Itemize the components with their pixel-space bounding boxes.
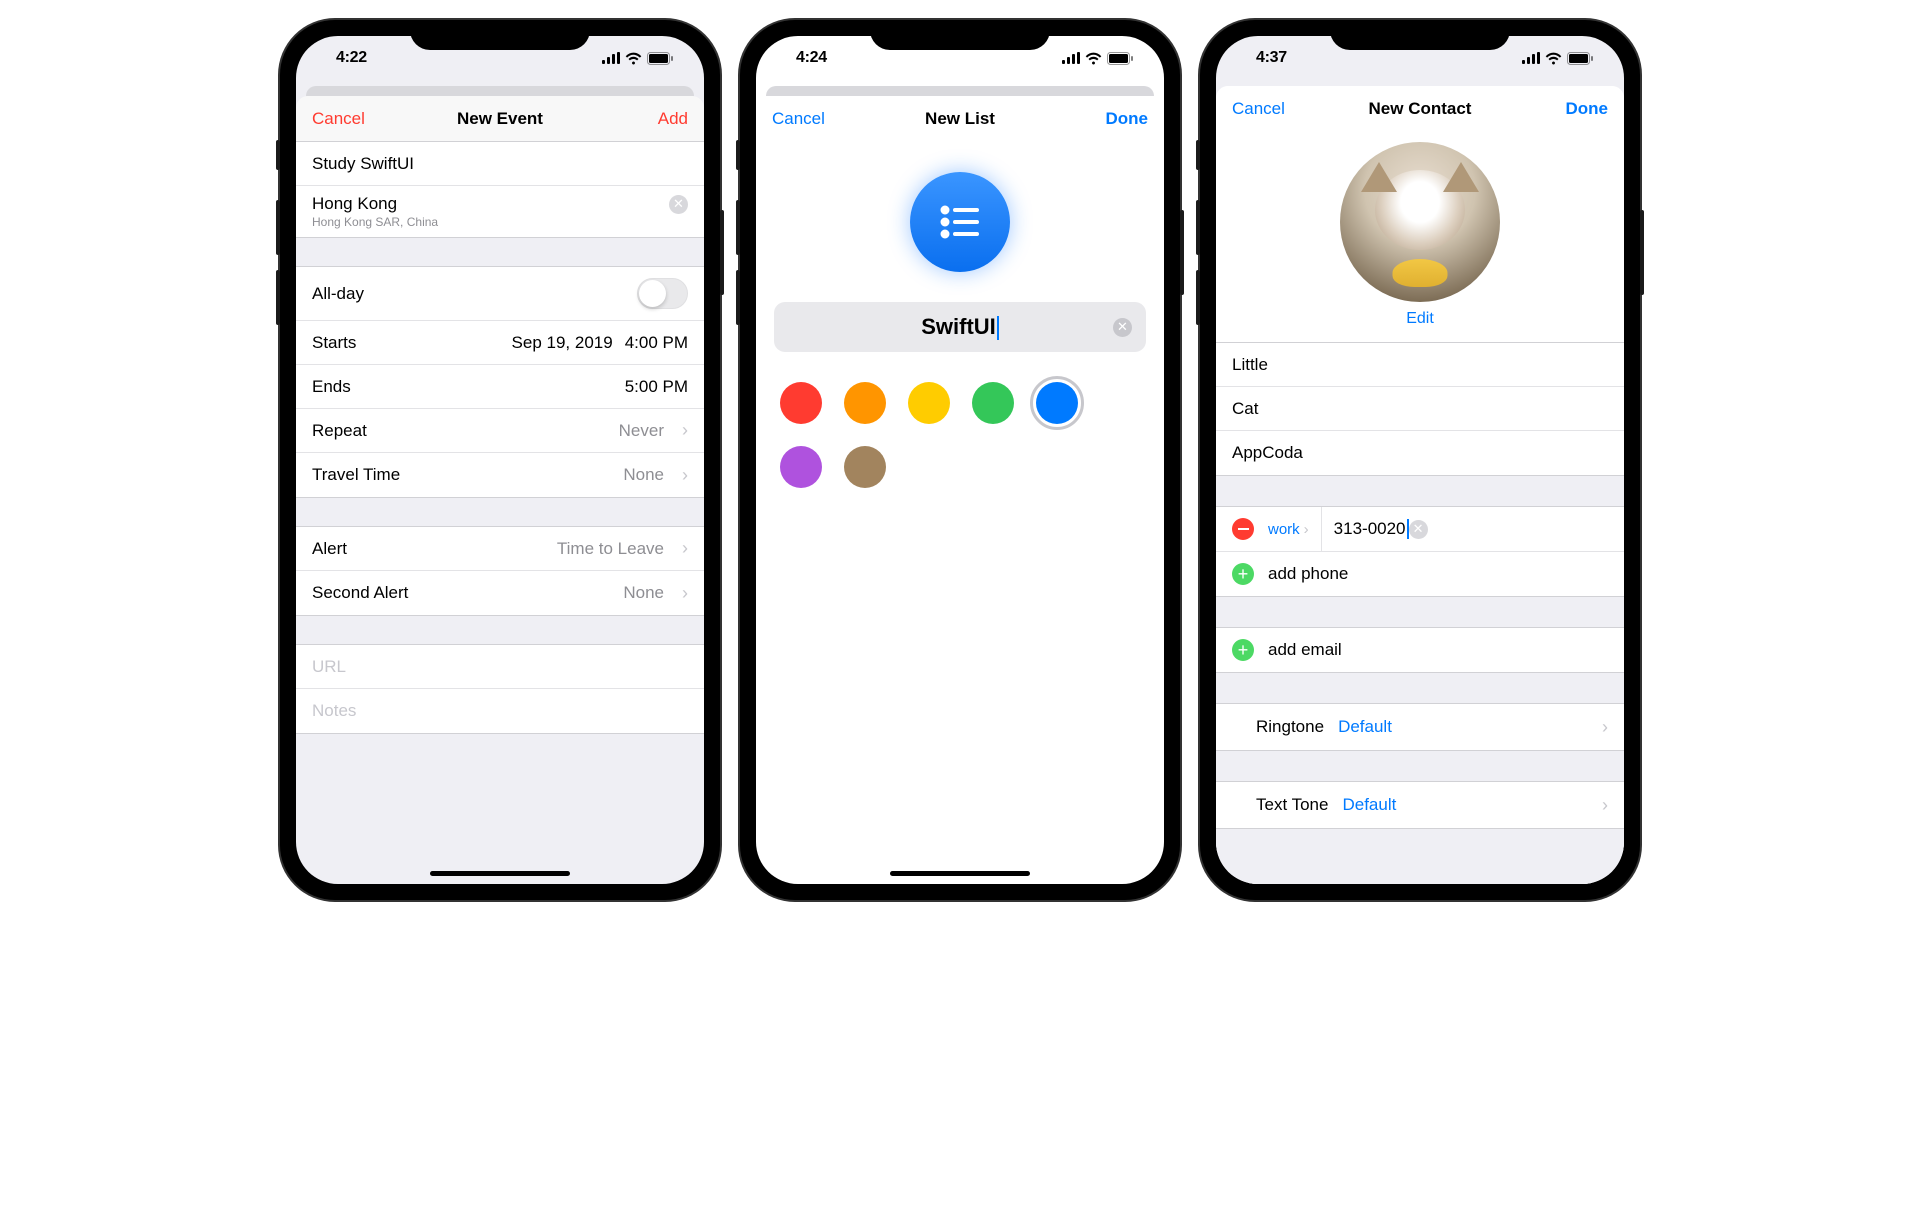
- status-icons: [1062, 52, 1134, 65]
- list-icon[interactable]: [910, 172, 1010, 272]
- chevron-icon: ›: [1602, 717, 1608, 738]
- cellular-icon: [1062, 52, 1080, 64]
- cellular-icon: [1522, 52, 1540, 64]
- chevron-icon: ›: [1304, 521, 1309, 538]
- repeat-row[interactable]: Repeat Never›: [296, 409, 704, 453]
- status-bar: 4:37: [1216, 36, 1624, 80]
- battery-icon: [1107, 52, 1134, 65]
- add-button[interactable]: Add: [628, 109, 688, 129]
- phone-number-field[interactable]: 313-0020: [1334, 519, 1409, 539]
- color-swatch-red[interactable]: [780, 382, 822, 424]
- chevron-icon: ›: [682, 465, 688, 486]
- edit-photo-button[interactable]: Edit: [1406, 310, 1434, 328]
- cancel-button[interactable]: Cancel: [312, 109, 372, 129]
- ends-time: 5:00 PM: [625, 377, 688, 397]
- status-bar: 4:22: [296, 36, 704, 80]
- second-alert-row[interactable]: Second Alert None›: [296, 571, 704, 615]
- color-picker: [756, 382, 1164, 488]
- wifi-icon: [1085, 52, 1102, 65]
- starts-date: Sep 19, 2019: [512, 333, 613, 353]
- add-icon: [1232, 639, 1254, 661]
- status-time: 4:37: [1256, 49, 1287, 67]
- event-title-field[interactable]: Study SwiftUI: [296, 142, 704, 186]
- status-time: 4:24: [796, 49, 827, 67]
- allday-toggle[interactable]: [637, 278, 688, 309]
- location-name: Hong Kong: [312, 194, 397, 214]
- status-bar: 4:24: [756, 36, 1164, 80]
- battery-icon: [1567, 52, 1594, 65]
- color-swatch-green[interactable]: [972, 382, 1014, 424]
- first-name-field[interactable]: Little: [1216, 343, 1624, 387]
- phone-type-label[interactable]: work: [1268, 521, 1300, 538]
- text-cursor: [1407, 519, 1409, 539]
- contact-avatar[interactable]: [1340, 142, 1500, 302]
- add-phone-row[interactable]: add phone: [1216, 552, 1624, 596]
- list-name-input[interactable]: SwiftUI ✕: [774, 302, 1146, 352]
- url-field[interactable]: URL: [296, 645, 704, 689]
- done-button[interactable]: Done: [1088, 109, 1148, 129]
- status-time: 4:22: [336, 49, 367, 67]
- color-swatch-purple[interactable]: [780, 446, 822, 488]
- color-swatch-brown[interactable]: [844, 446, 886, 488]
- add-icon: [1232, 563, 1254, 585]
- add-email-row[interactable]: add email: [1216, 628, 1624, 672]
- color-swatch-orange[interactable]: [844, 382, 886, 424]
- chevron-icon: ›: [682, 538, 688, 559]
- phone-reminders: 4:24 Cancel New List Done SwiftUI ✕: [740, 20, 1180, 900]
- chevron-icon: ›: [682, 420, 688, 441]
- phone-calendar: 4:22 Cancel New Event Add Study SwiftUI …: [280, 20, 720, 900]
- color-swatch-blue[interactable]: [1036, 382, 1078, 424]
- phone-entry-row[interactable]: work › 313-0020 ✕: [1216, 507, 1624, 552]
- company-field[interactable]: AppCoda: [1216, 431, 1624, 475]
- status-icons: [602, 52, 674, 65]
- ringtone-row[interactable]: Ringtone Default ›: [1216, 704, 1624, 750]
- event-location-field[interactable]: Hong Kong ✕ Hong Kong SAR, China: [296, 186, 704, 237]
- texttone-row[interactable]: Text Tone Default ›: [1216, 782, 1624, 828]
- status-icons: [1522, 52, 1594, 65]
- nav-bar: Cancel New List Done: [756, 96, 1164, 142]
- location-subtitle: Hong Kong SAR, China: [312, 215, 688, 229]
- cancel-button[interactable]: Cancel: [1232, 99, 1292, 119]
- chevron-icon: ›: [1602, 795, 1608, 816]
- home-indicator[interactable]: [430, 871, 570, 876]
- clear-text-icon[interactable]: ✕: [1113, 318, 1132, 337]
- sheet-background: [306, 86, 694, 96]
- nav-title: New List: [925, 109, 995, 129]
- home-indicator[interactable]: [890, 871, 1030, 876]
- alert-row[interactable]: Alert Time to Leave›: [296, 527, 704, 571]
- travel-time-row[interactable]: Travel Time None›: [296, 453, 704, 497]
- allday-row: All-day: [296, 267, 704, 321]
- remove-phone-icon[interactable]: [1232, 518, 1254, 540]
- cancel-button[interactable]: Cancel: [772, 109, 832, 129]
- clear-phone-icon[interactable]: ✕: [1409, 520, 1428, 539]
- ends-row[interactable]: Ends 5:00 PM: [296, 365, 704, 409]
- nav-bar: Cancel New Event Add: [296, 96, 704, 142]
- done-button[interactable]: Done: [1548, 99, 1608, 119]
- starts-time: 4:00 PM: [625, 333, 688, 353]
- battery-icon: [647, 52, 674, 65]
- notes-field[interactable]: Notes: [296, 689, 704, 733]
- phone-contacts: 4:37 Cancel New Contact Done Edit Little: [1200, 20, 1640, 900]
- color-swatch-yellow[interactable]: [908, 382, 950, 424]
- nav-title: New Contact: [1369, 99, 1472, 119]
- clear-location-icon[interactable]: ✕: [669, 195, 688, 214]
- chevron-icon: ›: [682, 583, 688, 604]
- text-cursor: [997, 316, 999, 340]
- nav-title: New Event: [457, 109, 543, 129]
- starts-row[interactable]: Starts Sep 19, 2019 4:00 PM: [296, 321, 704, 365]
- cellular-icon: [602, 52, 620, 64]
- last-name-field[interactable]: Cat: [1216, 387, 1624, 431]
- wifi-icon: [625, 52, 642, 65]
- nav-bar: Cancel New Contact Done: [1216, 86, 1624, 132]
- wifi-icon: [1545, 52, 1562, 65]
- sheet-background: [766, 86, 1154, 96]
